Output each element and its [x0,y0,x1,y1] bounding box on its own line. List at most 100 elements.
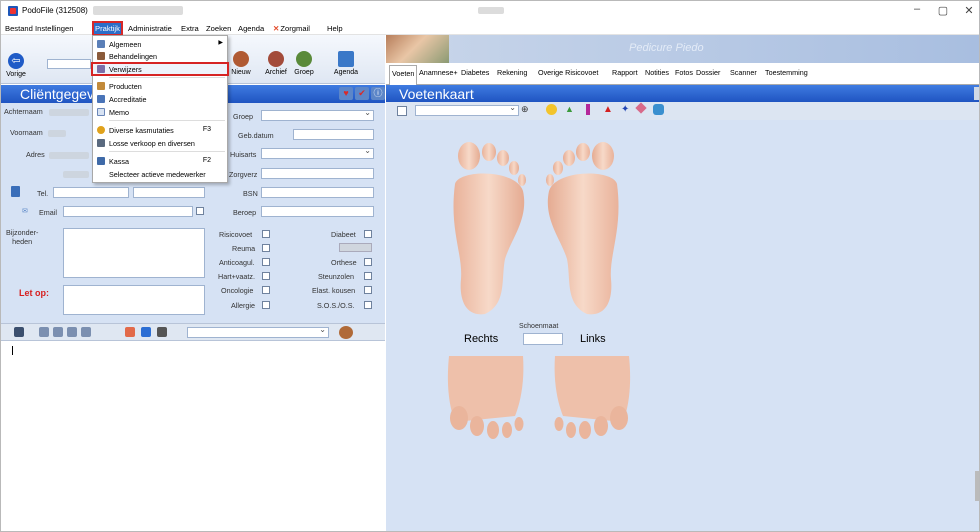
menu-item-behandelingen[interactable]: Behandelingen [93,51,227,61]
oncologie-checkbox[interactable] [262,286,270,294]
client-select[interactable] [47,59,91,69]
brush-icon[interactable] [653,104,664,115]
purple-bar-icon[interactable] [586,104,590,115]
geb-datum-field[interactable] [293,129,374,140]
tab-notities[interactable]: Notities [645,68,669,77]
menu-praktijk[interactable]: Praktijk [92,21,123,36]
tab-voeten[interactable]: Voeten [389,65,418,85]
groep-select[interactable] [261,108,374,121]
tel-field[interactable] [53,187,129,198]
risicovoet-checkbox[interactable] [262,230,270,238]
tab-rapport[interactable]: Rapport [612,68,638,77]
tab-overige-risicovoet[interactable]: Overige Risicovoet [538,68,598,77]
circle-plus-icon[interactable]: ⊕ [521,104,532,115]
sos-checkbox[interactable] [364,301,372,309]
yellow-circle-icon[interactable] [546,104,557,115]
menu-item-verwijzers[interactable]: Verwijzers [91,62,229,76]
steunzolen-checkbox[interactable] [364,272,372,280]
voetenkaart-title: Voetenkaart [399,86,474,102]
cut-icon[interactable] [53,327,63,337]
tab-dossier[interactable]: Dossier [696,68,720,77]
arrow-up-icon[interactable] [141,327,151,337]
huisarts-select[interactable] [261,146,374,159]
red-triangle-icon[interactable]: ▲ [603,104,614,115]
schoenmaat-label: Schoenmaat [519,323,559,330]
print-icon[interactable] [14,327,24,337]
arrow-down-icon[interactable] [157,327,167,337]
pin-icon[interactable]: ♥ [339,87,353,100]
check-icon[interactable]: ✔ [355,87,369,100]
green-triangle-icon[interactable]: ▲ [565,104,576,115]
diabeet-label: Diabeet [331,230,356,239]
reuma-checkbox[interactable] [262,244,270,252]
hartvaatz-checkbox[interactable] [262,272,270,280]
menu-zoeken[interactable]: Zoeken [206,24,231,33]
behandelingen-icon [97,52,105,60]
let-op-label: Let op: [19,288,49,298]
menu-item-memo[interactable]: Memo [93,107,227,117]
email-field[interactable] [63,206,193,217]
tab-rekening[interactable]: Rekening [497,68,527,77]
menu-help[interactable]: Help [327,24,343,33]
accreditatie-icon [97,95,105,103]
bijzonderheden-field[interactable] [63,228,205,278]
memo-select[interactable] [187,325,329,338]
menu-item-selecteer-medewerker[interactable]: Selecteer actieve medewerker [93,169,227,179]
anticoagul-label: Anticoagul. [219,258,255,267]
tab-diabetes[interactable]: Diabetes [461,68,489,77]
zorgverz-field[interactable] [261,168,374,179]
tab-fotos[interactable]: Fotos [675,68,693,77]
header-scroll[interactable] [974,87,979,100]
let-op-field[interactable] [63,285,205,315]
right-scrollbar[interactable] [975,471,979,501]
menu-instellingen[interactable]: Instellingen [35,24,73,33]
schoenmaat-field[interactable] [523,333,563,345]
menu-item-algemeen[interactable]: Algemeen ▶ [93,39,227,49]
menu-administratie[interactable]: Administratie [128,24,172,33]
elast-kousen-checkbox[interactable] [364,286,372,294]
nieuw-button[interactable]: Nieuw [229,51,253,76]
drawing-select[interactable] [415,103,519,116]
tab-anamnese[interactable]: Anamnese+ [419,68,458,77]
anticoagul-checkbox[interactable] [262,258,270,266]
menu-bestand[interactable]: Bestand [5,24,33,33]
orthese-checkbox[interactable] [364,258,372,266]
vorige-button[interactable]: ⇦ Vorige [5,53,27,78]
paste-icon[interactable] [67,327,77,337]
menu-agenda[interactable]: Agenda [238,24,264,33]
menu-item-accreditatie[interactable]: Accreditatie [93,94,227,104]
agenda-button[interactable]: Agenda [331,51,361,76]
minimize-icon[interactable]: – [907,3,927,15]
copy-icon[interactable] [39,327,49,337]
risicovoet-label: Risicovoet [219,230,253,239]
verwijzers-icon [97,65,105,73]
tab-toestemming[interactable]: Toestemming [765,68,808,77]
tel2-field[interactable] [133,187,205,198]
menu-item-diverse-kasmutaties[interactable]: Diverse kasmutaties F3 [93,125,227,135]
allergie-checkbox[interactable] [262,301,270,309]
person-icon[interactable] [339,326,353,339]
elast-kousen-label: Elast. kousen [312,286,356,295]
bsn-field[interactable] [261,187,374,198]
menu-zorgmail[interactable]: Zorgmail [273,24,310,33]
menu-separator [109,120,225,121]
menu-extra[interactable]: Extra [181,24,199,33]
memo-area[interactable] [1,342,385,531]
groep-button[interactable]: Groep [291,51,317,76]
tab-scanner[interactable]: Scanner [730,68,757,77]
undo-icon[interactable] [81,327,91,337]
calendar-date-icon[interactable] [125,327,135,337]
menu-item-producten[interactable]: Producten [93,81,227,91]
email-checkbox[interactable] [196,207,204,215]
close-icon[interactable]: ✕ [959,4,979,17]
maximize-icon[interactable]: ▢ [933,4,953,17]
drawing-checkbox[interactable] [397,106,407,116]
diabeet-type-field[interactable] [339,243,372,252]
beroep-field[interactable] [261,206,374,217]
star-icon[interactable]: ✦ [621,104,632,115]
info-icon[interactable]: ⓘ [371,87,385,100]
archief-button[interactable]: Archief [263,51,289,76]
menu-item-losse-verkoop[interactable]: Losse verkoop en diversen [93,138,227,148]
diabeet-checkbox[interactable] [364,230,372,238]
menu-item-kassa[interactable]: Kassa F2 [93,156,227,166]
